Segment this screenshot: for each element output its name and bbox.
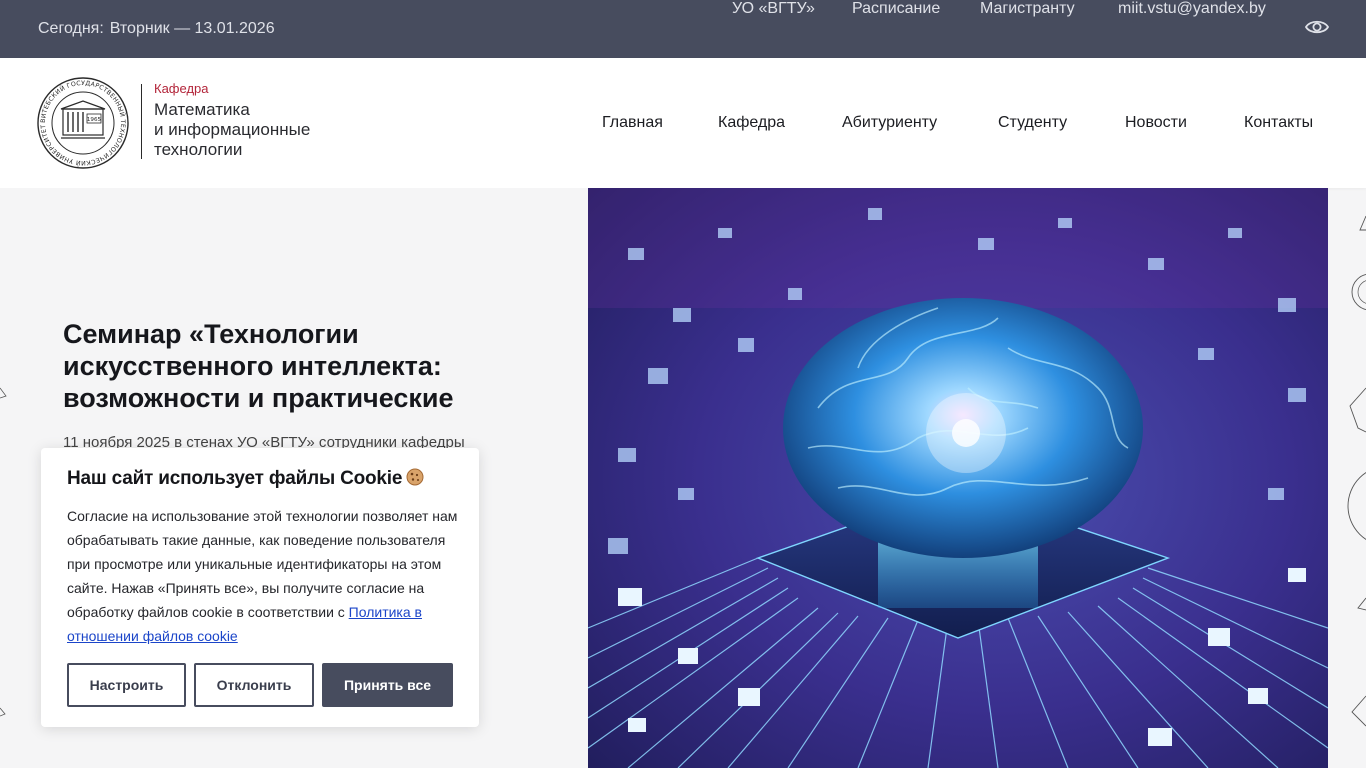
university-logo[interactable]: ВИТЕБСКИЙ ГОСУДАРСТВЕННЫЙ ТЕХНОЛОГИЧЕСКИ…	[37, 77, 129, 169]
nav-kafedra[interactable]: Кафедра	[718, 114, 785, 138]
date-label: Сегодня:	[38, 20, 104, 37]
logo-divider	[141, 84, 142, 159]
hero-title[interactable]: Семинар «Технологии искусственного интел…	[63, 318, 533, 414]
cookie-title-text: Наш сайт использует файлы Cookie	[67, 468, 403, 489]
current-date: Сегодня: Вторник — 13.01.2026	[38, 20, 275, 38]
logo-year: 1965	[87, 117, 102, 123]
kafedra-label: Кафедра	[154, 81, 209, 96]
nav-contacts[interactable]: Контакты	[1244, 114, 1313, 138]
eye-icon[interactable]	[1305, 17, 1329, 37]
reject-button[interactable]: Отклонить	[194, 663, 314, 707]
nav-students[interactable]: Студенту	[998, 114, 1067, 138]
dept-line-2: и информационные	[154, 120, 311, 139]
dept-line-3: технологии	[154, 140, 243, 159]
decorative-geometry-right	[1347, 215, 1366, 727]
nav-news[interactable]: Новости	[1125, 114, 1187, 138]
cookie-body: Согласие на использование этой технологи…	[67, 504, 459, 648]
accept-all-button[interactable]: Принять все	[322, 663, 453, 707]
date-value: Вторник — 13.01.2026	[109, 20, 275, 37]
topbar-link-email[interactable]: miit.vstu@yandex.by	[1118, 0, 1266, 18]
topbar-link-master[interactable]: Магистранту	[980, 0, 1075, 18]
decorative-geometry-left	[0, 387, 7, 717]
nav-applicants[interactable]: Абитуриенту	[842, 114, 937, 138]
department-name[interactable]: Математика и информационные технологии	[154, 100, 310, 160]
topbar-link-university[interactable]: УО «ВГТУ»	[732, 0, 815, 18]
cookie-icon	[406, 468, 424, 486]
top-bar: Сегодня: Вторник — 13.01.2026 УО «ВГТУ» Р…	[0, 0, 1366, 58]
cookie-title: Наш сайт использует файлы Cookie	[67, 468, 424, 490]
site-header: ВИТЕБСКИЙ ГОСУДАРСТВЕННЫЙ ТЕХНОЛОГИЧЕСКИ…	[0, 58, 1366, 188]
cookie-consent-banner: Наш сайт использует файлы Cookie Согласи…	[41, 448, 479, 727]
configure-button[interactable]: Настроить	[67, 663, 186, 707]
hero-image-ai-brain[interactable]	[588, 188, 1328, 768]
dept-line-1: Математика	[154, 100, 250, 119]
nav-home[interactable]: Главная	[602, 114, 663, 138]
topbar-link-schedule[interactable]: Расписание	[852, 0, 940, 18]
